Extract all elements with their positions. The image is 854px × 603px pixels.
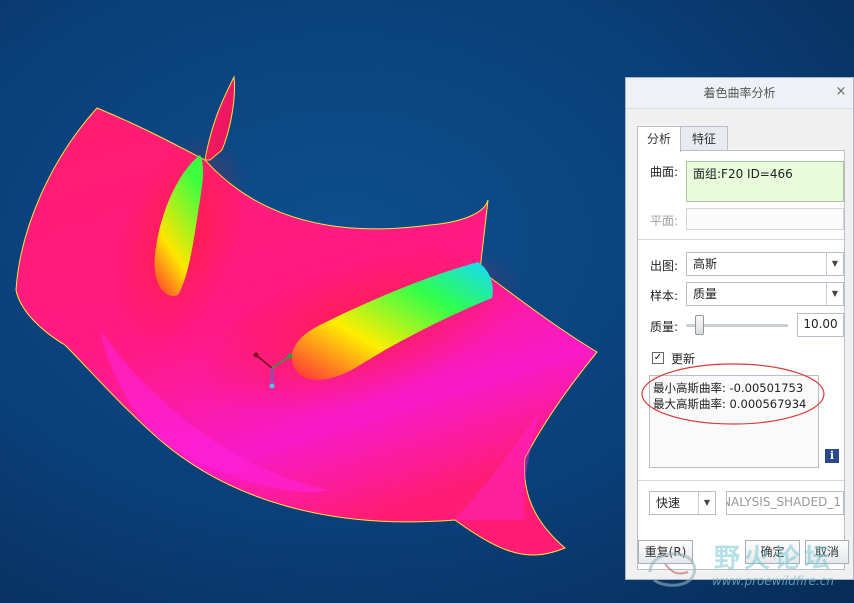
output-select-value: 高斯: [693, 257, 718, 271]
tab-analysis[interactable]: 分析: [637, 126, 681, 152]
surface-label: 曲面:: [650, 165, 679, 179]
shaded-curvature-dialog: 着色曲率分析 × 分析 特征 曲面: 面组:F20 ID=466 平面: 出图:…: [625, 77, 854, 580]
results-box: 最小高斯曲率: -0.00501753 最大高斯曲率: 0.000567934: [649, 375, 819, 468]
mode-select[interactable]: 快速 ▼: [649, 491, 716, 515]
watermark-url: www.proewildfire.cn: [712, 574, 834, 588]
quality-label: 质量:: [650, 320, 679, 334]
quality-slider-handle[interactable]: [695, 315, 704, 335]
info-icon[interactable]: i: [825, 449, 839, 463]
plane-label: 平面:: [650, 214, 679, 228]
output-select[interactable]: 高斯 ▼: [686, 252, 844, 276]
dialog-title: 着色曲率分析: [703, 86, 776, 100]
sample-select[interactable]: 质量 ▼: [686, 282, 844, 306]
surface-field[interactable]: 面组:F20 ID=466: [686, 161, 844, 202]
tab-feature[interactable]: 特征: [680, 126, 728, 151]
divider: [638, 239, 844, 240]
analysis-name-field[interactable]: NALYSIS_SHADED_1: [726, 491, 844, 515]
sample-select-value: 质量: [693, 287, 718, 301]
max-gauss-curvature: 最大高斯曲率: 0.000567934: [653, 397, 807, 411]
update-label: 更新: [671, 352, 696, 366]
divider: [638, 480, 844, 481]
chevron-down-icon: ▼: [698, 492, 715, 514]
quality-input[interactable]: 10.00: [797, 313, 844, 337]
analysis-panel: 曲面: 面组:F20 ID=466 平面: 出图: 高斯 ▼ 样本: 质量 ▼ …: [637, 150, 845, 570]
chevron-down-icon: ▼: [826, 253, 843, 275]
chevron-down-icon: ▼: [826, 283, 843, 305]
close-icon[interactable]: ×: [834, 85, 848, 99]
update-checkbox[interactable]: ✓: [652, 352, 664, 364]
plane-field[interactable]: [686, 208, 844, 230]
output-label: 出图:: [650, 259, 679, 273]
sample-label: 样本:: [650, 289, 679, 303]
min-gauss-curvature: 最小高斯曲率: -0.00501753: [653, 381, 804, 395]
watermark-text: 野火论坛: [714, 544, 835, 574]
dialog-title-bar[interactable]: 着色曲率分析: [626, 78, 853, 109]
watermark-logo: [648, 552, 697, 587]
mode-select-value: 快速: [656, 496, 681, 510]
